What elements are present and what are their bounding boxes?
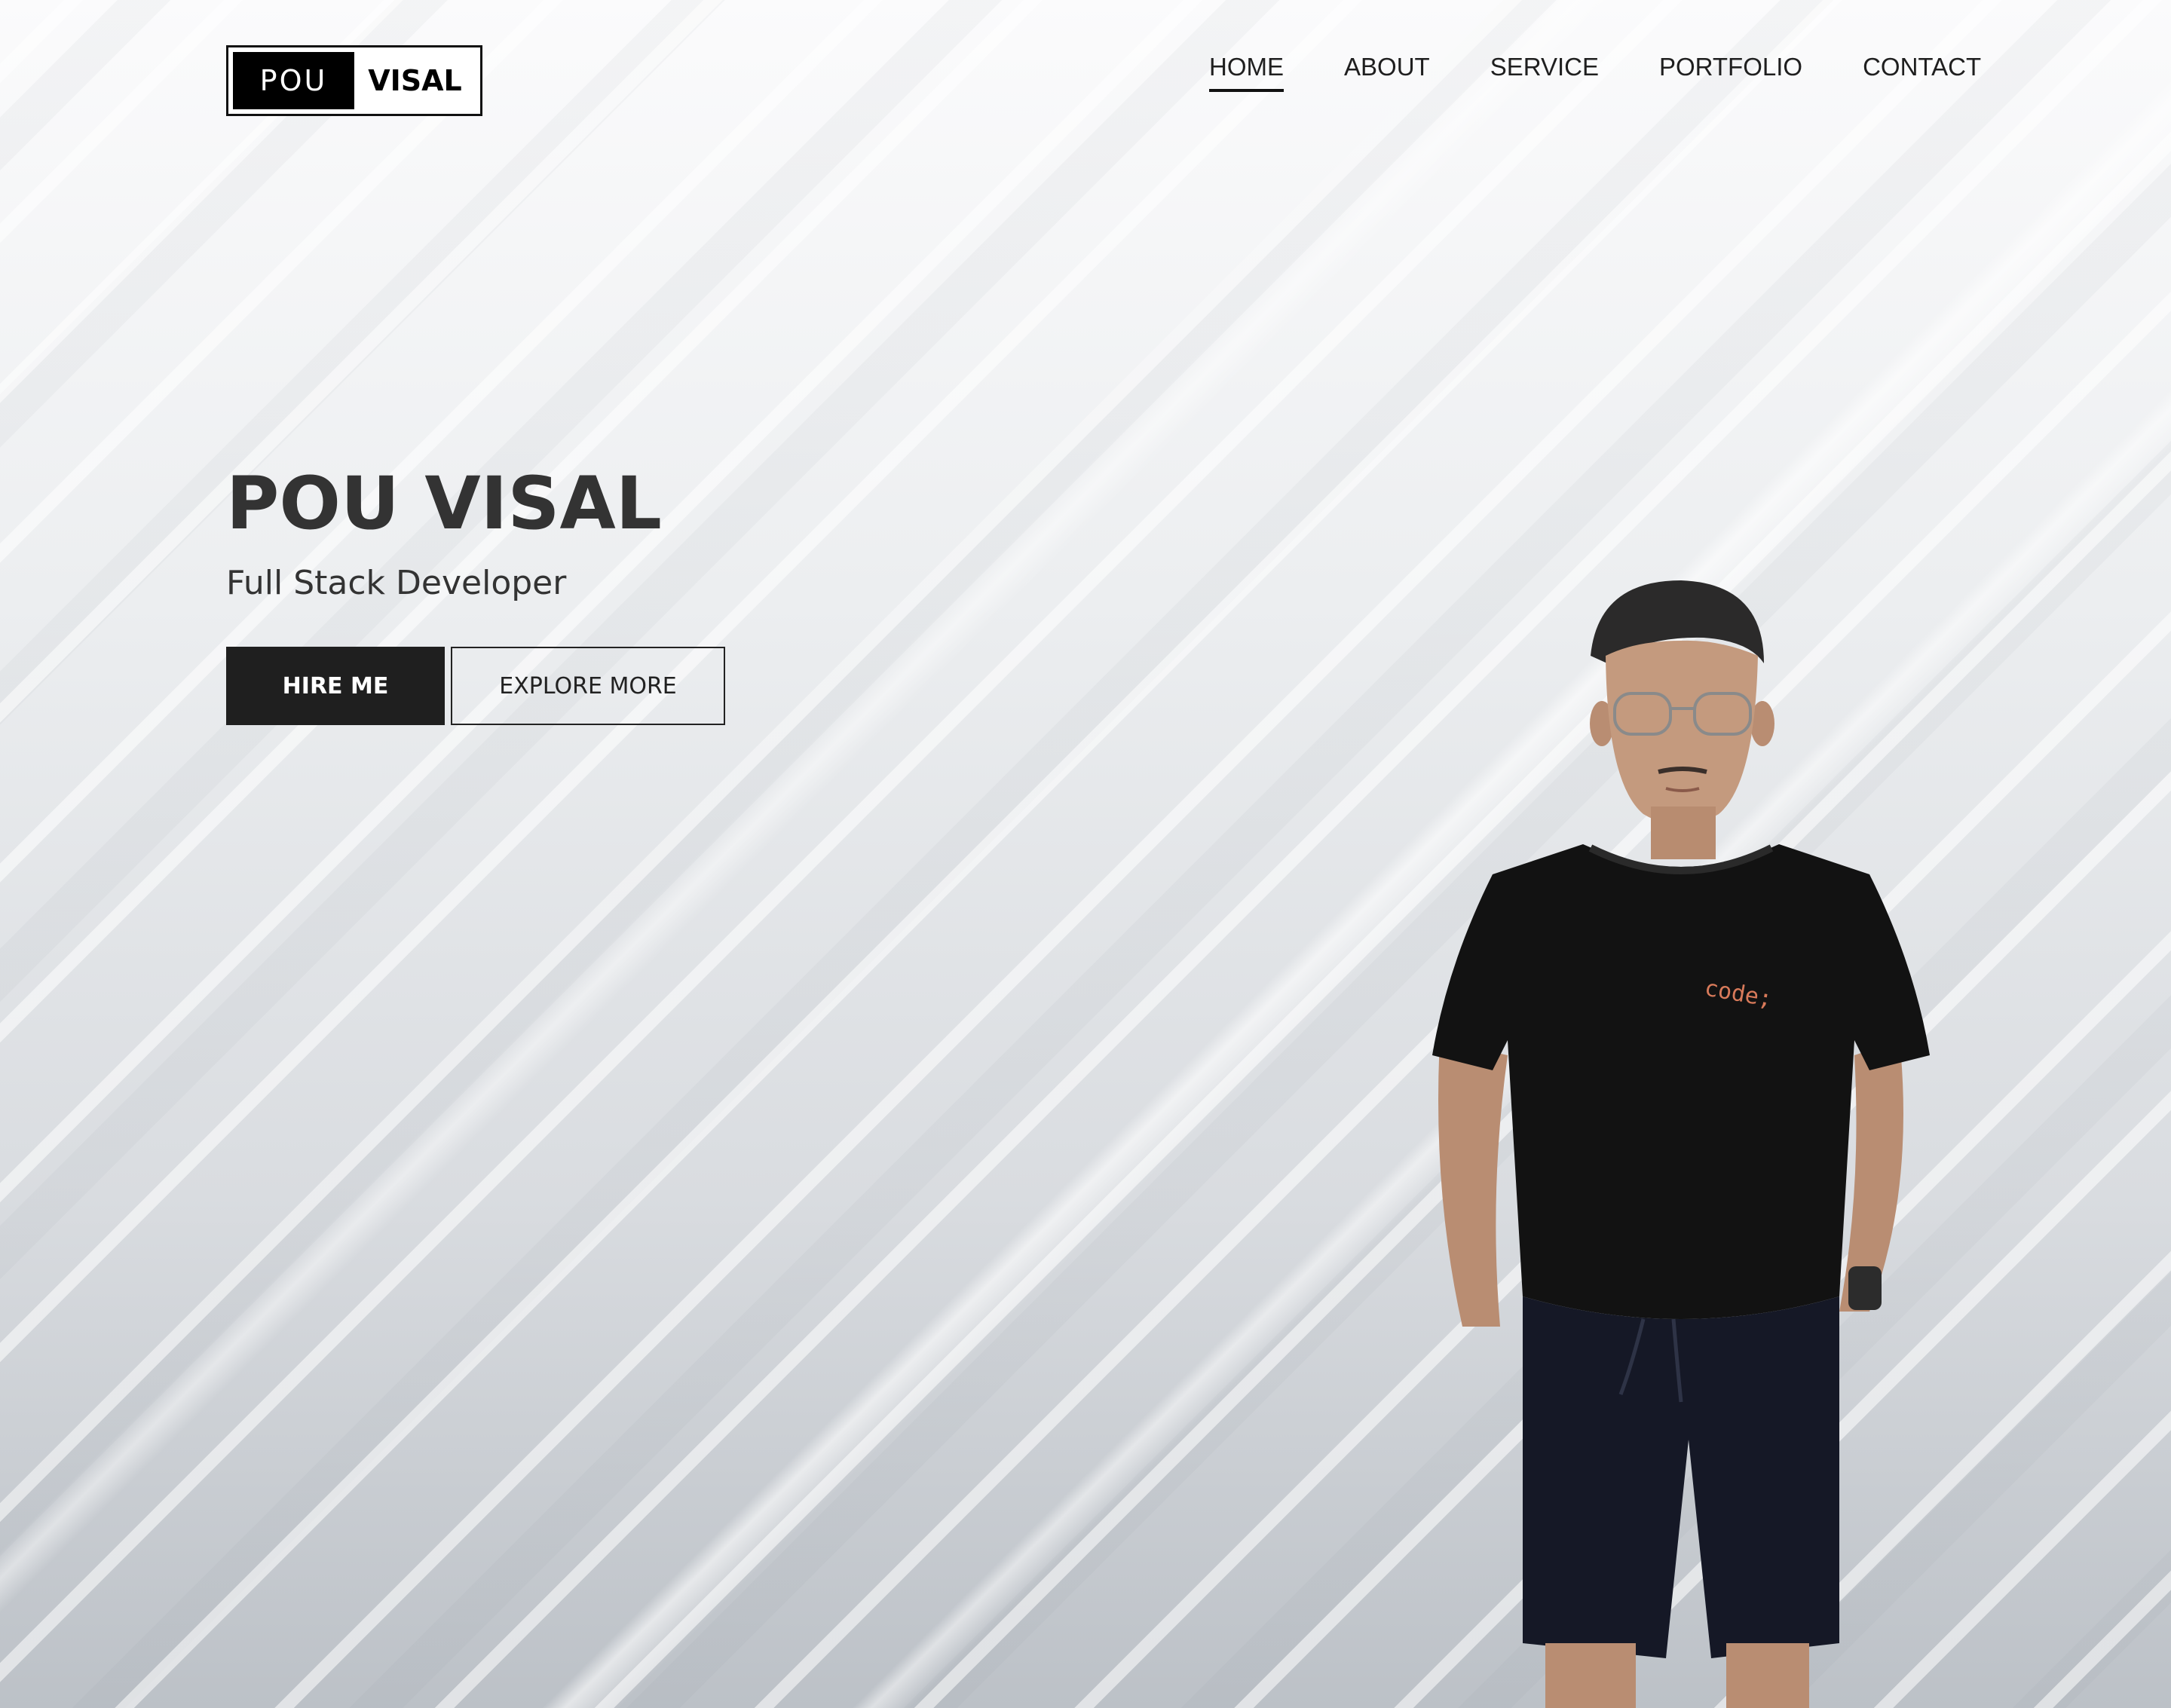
hero-subtitle: Full Stack Developer <box>226 564 567 602</box>
logo-text-right: VISAL <box>368 64 462 97</box>
nav-contact[interactable]: CONTACT <box>1863 53 1981 92</box>
explore-more-button[interactable]: EXPLORE MORE <box>451 647 725 725</box>
portrait-image: code; <box>1432 580 1930 1708</box>
nav-about[interactable]: ABOUT <box>1344 53 1430 92</box>
nav-service[interactable]: SERVICE <box>1490 53 1599 92</box>
site-logo[interactable]: POU VISAL <box>226 45 482 116</box>
main-nav: HOME ABOUT SERVICE PORTFOLIO CONTACT <box>1209 53 1981 92</box>
hire-me-button[interactable]: HIRE ME <box>226 647 445 725</box>
nav-home[interactable]: HOME <box>1209 53 1284 92</box>
hero-title: POU VISAL <box>226 461 662 546</box>
logo-text-left: POU <box>233 52 354 109</box>
nav-portfolio[interactable]: PORTFOLIO <box>1659 53 1802 92</box>
